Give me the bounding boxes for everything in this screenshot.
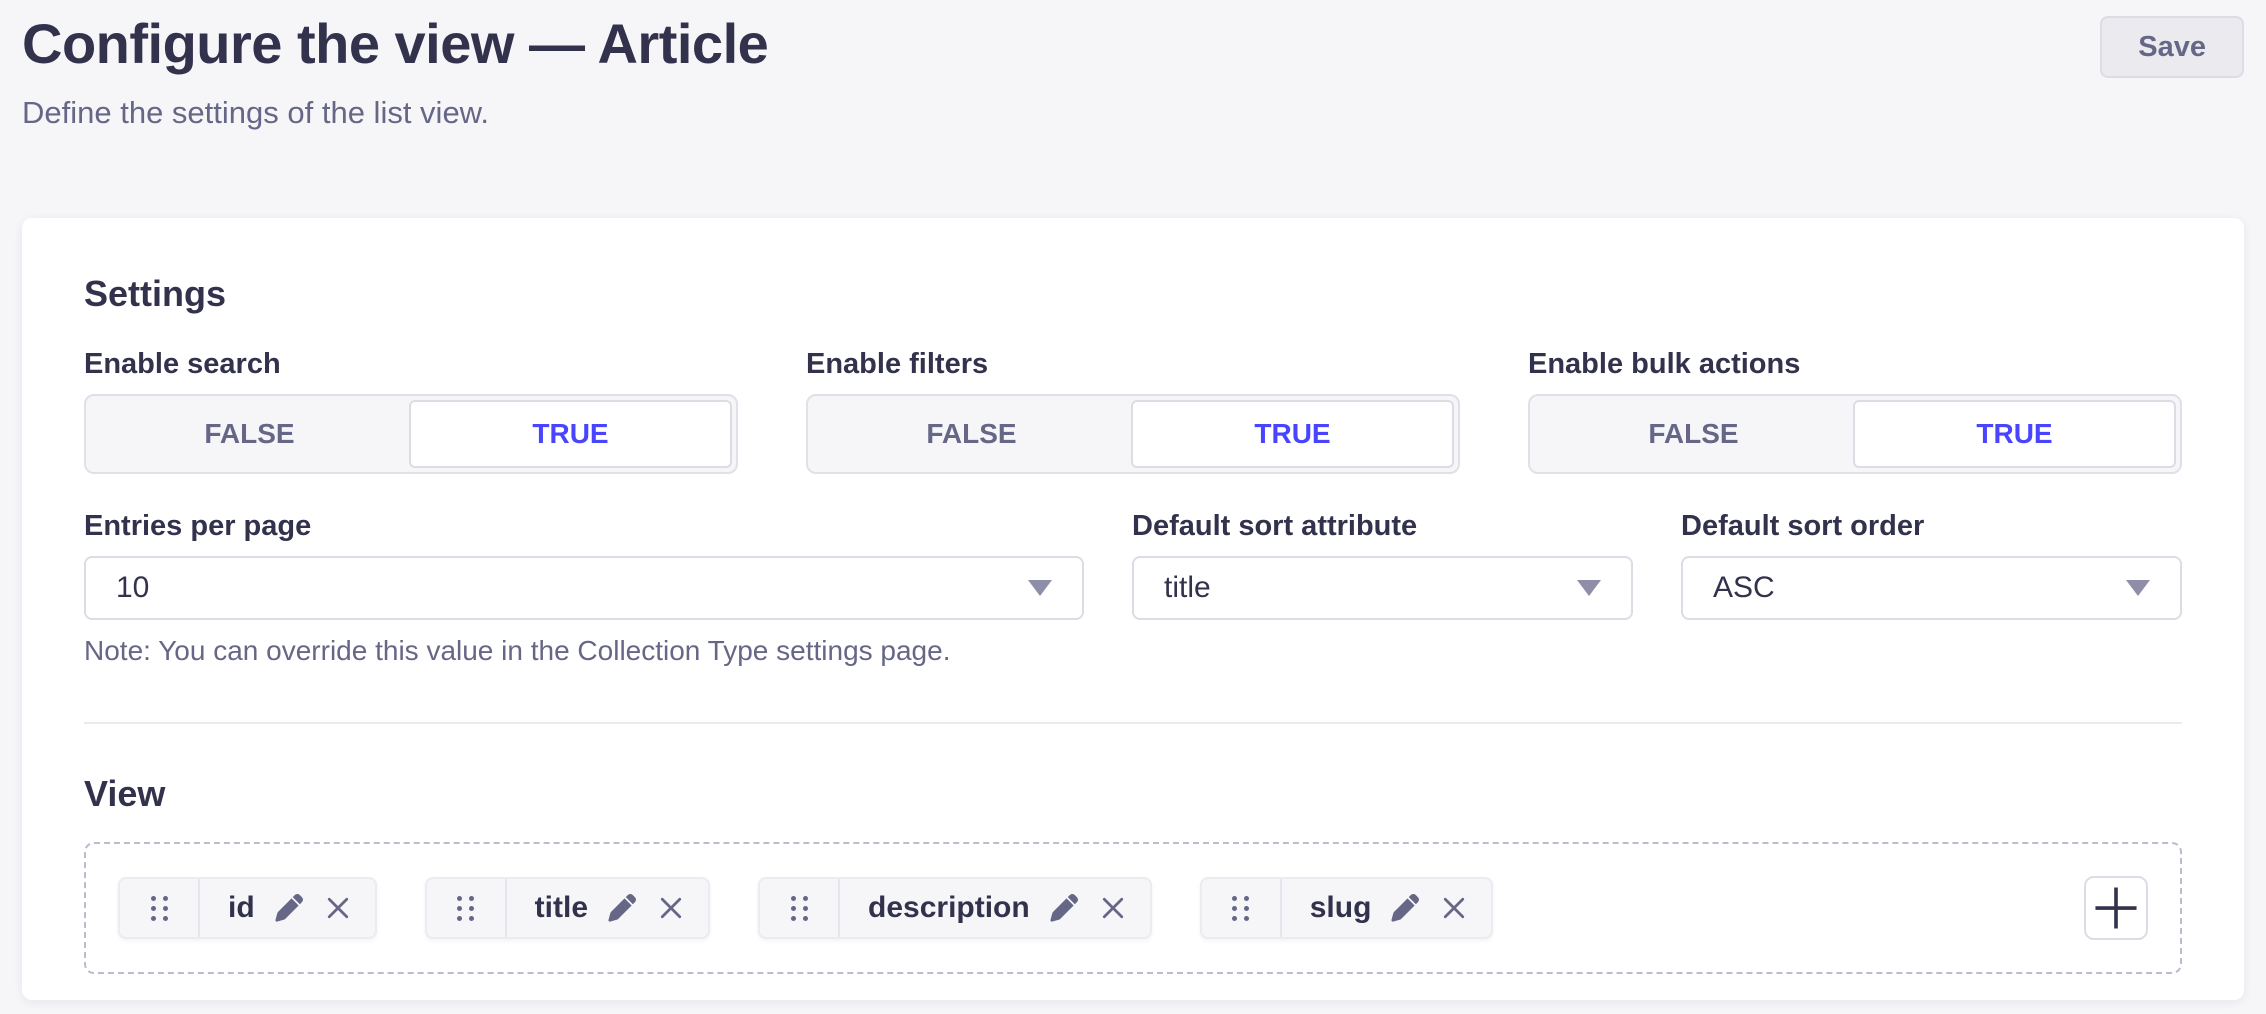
enable-filters-toggle: FALSE TRUE <box>806 394 1460 474</box>
page-header-text: Configure the view — Article Define the … <box>22 10 768 132</box>
field-chip-body: slug <box>1282 879 1492 937</box>
remove-icon[interactable] <box>656 893 686 923</box>
field-chip-description: description <box>758 877 1152 939</box>
field-chip-label: slug <box>1310 891 1372 925</box>
settings-section-heading: Settings <box>84 272 2182 316</box>
field-enable-bulk-actions: Enable bulk actions FALSE TRUE <box>1528 346 2182 474</box>
field-chip-label: id <box>228 891 255 925</box>
default-sort-attribute-label: Default sort attribute <box>1132 508 1633 544</box>
page-title: Configure the view — Article <box>22 10 768 78</box>
six-dots-icon <box>457 896 474 921</box>
enable-search-label: Enable search <box>84 346 738 382</box>
six-dots-icon <box>1232 896 1249 921</box>
entries-per-page-value: 10 <box>116 571 149 605</box>
default-sort-attribute-value: title <box>1164 571 1211 605</box>
enable-bulk-actions-false-option[interactable]: FALSE <box>1534 400 1853 468</box>
field-chip-body: id <box>200 879 375 937</box>
page-subtitle: Define the settings of the list view. <box>22 94 768 132</box>
chevron-down-icon <box>1028 580 1052 596</box>
field-chip-slug: slug <box>1200 877 1494 939</box>
six-dots-icon <box>791 896 808 921</box>
plus-icon <box>2087 879 2145 937</box>
chevron-down-icon <box>2126 580 2150 596</box>
field-chip-label: description <box>868 891 1030 925</box>
field-chip-id: id <box>118 877 377 939</box>
field-chip-body: title <box>507 879 708 937</box>
enable-bulk-actions-true-option[interactable]: TRUE <box>1853 400 2176 468</box>
default-sort-attribute-select[interactable]: title <box>1132 556 1633 620</box>
field-entries-per-page: Entries per page 10 Note: You can overri… <box>84 508 1084 668</box>
selects-row: Entries per page 10 Note: You can overri… <box>84 508 2182 668</box>
enable-filters-true-option[interactable]: TRUE <box>1131 400 1454 468</box>
section-divider <box>84 722 2182 724</box>
field-enable-filters: Enable filters FALSE TRUE <box>806 346 1460 474</box>
save-button[interactable]: Save <box>2100 16 2244 78</box>
toggles-row: Enable search FALSE TRUE Enable filters … <box>84 346 2182 474</box>
entries-per-page-note: Note: You can override this value in the… <box>84 634 1084 668</box>
six-dots-icon <box>151 896 168 921</box>
field-chip-title: title <box>425 877 710 939</box>
drag-handle-icon[interactable] <box>1202 879 1282 937</box>
default-sort-order-label: Default sort order <box>1681 508 2182 544</box>
edit-icon[interactable] <box>1391 894 1419 922</box>
remove-icon[interactable] <box>323 893 353 923</box>
drag-handle-icon[interactable] <box>427 879 507 937</box>
enable-search-false-option[interactable]: FALSE <box>90 400 409 468</box>
default-sort-order-select[interactable]: ASC <box>1681 556 2182 620</box>
default-sort-order-value: ASC <box>1713 571 1775 605</box>
enable-search-true-option[interactable]: TRUE <box>409 400 732 468</box>
edit-icon[interactable] <box>608 894 636 922</box>
enable-bulk-actions-toggle: FALSE TRUE <box>1528 394 2182 474</box>
view-section-heading: View <box>84 772 2182 816</box>
drag-handle-icon[interactable] <box>760 879 840 937</box>
page-header: Configure the view — Article Define the … <box>0 0 2266 132</box>
entries-per-page-select[interactable]: 10 <box>84 556 1084 620</box>
field-default-sort-attribute: Default sort attribute title <box>1132 508 1633 668</box>
field-chip-body: description <box>840 879 1150 937</box>
chevron-down-icon <box>1577 580 1601 596</box>
field-enable-search: Enable search FALSE TRUE <box>84 346 738 474</box>
displayed-fields-list: id title <box>84 842 2182 974</box>
enable-filters-false-option[interactable]: FALSE <box>812 400 1131 468</box>
enable-bulk-actions-label: Enable bulk actions <box>1528 346 2182 382</box>
edit-icon[interactable] <box>1050 894 1078 922</box>
entries-per-page-label: Entries per page <box>84 508 1084 544</box>
remove-icon[interactable] <box>1098 893 1128 923</box>
drag-handle-icon[interactable] <box>120 879 200 937</box>
enable-filters-label: Enable filters <box>806 346 1460 382</box>
configuration-card: Settings Enable search FALSE TRUE Enable… <box>22 218 2244 1000</box>
add-field-button[interactable] <box>2084 876 2148 940</box>
field-default-sort-order: Default sort order ASC <box>1681 508 2182 668</box>
field-chip-label: title <box>535 891 588 925</box>
edit-icon[interactable] <box>275 894 303 922</box>
enable-search-toggle: FALSE TRUE <box>84 394 738 474</box>
remove-icon[interactable] <box>1439 893 1469 923</box>
